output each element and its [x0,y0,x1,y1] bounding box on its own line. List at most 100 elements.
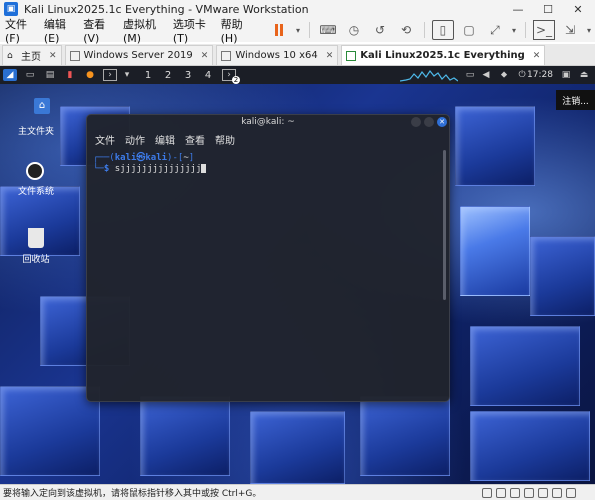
menu-tabs[interactable]: 选项卡(T) [168,16,216,45]
workspace-3[interactable]: 3 [180,70,196,81]
terminal-output[interactable]: ┌──(kali㉿kali)-[~] └─$ sjjjjjjjjjjjjjjj [87,146,449,391]
workspace-1[interactable]: 1 [140,70,156,81]
resize-icon[interactable]: ⇲ [559,20,581,40]
snapshot-icon[interactable]: ◷ [343,20,365,40]
menu-edit[interactable]: 编辑(E) [39,16,78,45]
status-message: 要将输入定向到该虚拟机，请将鼠标指针移入其中或按 Ctrl+G。 [3,489,262,499]
workspace-2[interactable]: 2 [160,70,176,81]
revert-snapshot-icon[interactable]: ↺ [369,20,391,40]
wallpaper-cube [360,396,450,476]
prompt-line: ┌──(kali㉿kali)-[~] [93,153,195,163]
menu-help[interactable]: 帮助(H) [216,16,256,45]
prompt-corner: └─ [93,164,104,174]
terminal-menu-edit[interactable]: 编辑 [155,132,175,147]
unity-icon[interactable]: ▢ [458,20,480,40]
vm-icon [69,50,80,61]
lock-screen-icon[interactable]: ▣ [559,69,573,81]
close-icon[interactable]: ✕ [49,51,57,61]
toolbar-separator [423,22,425,38]
close-icon[interactable]: ✕ [201,51,209,61]
printer-icon[interactable] [566,488,576,498]
clock[interactable]: 17:28 [527,70,553,80]
hdd-icon[interactable] [482,488,492,498]
desktop-icon-home[interactable]: ⌂ 主文件夹 [6,98,66,137]
tab-windows-server-2019[interactable]: Windows Server 2019 ✕ [64,45,214,65]
terminal-scrollbar[interactable] [443,150,446,300]
text-editor-icon[interactable]: ▮ [63,69,77,81]
text-cursor [201,164,207,173]
cdrom-icon[interactable] [496,488,506,498]
close-icon[interactable]: ✕ [437,117,447,127]
show-desktop-icon[interactable]: ▭ [23,69,37,81]
terminal-menu-file[interactable]: 文件 [95,132,115,147]
network-icon[interactable]: ▭ [463,69,477,81]
console-view-icon[interactable]: ▯ [431,20,454,40]
desktop-icon-label: 回收站 [22,255,50,265]
minimize-button[interactable]: — [503,0,533,18]
wallpaper-cube [0,386,100,476]
terminal-menu: 文件 动作 编辑 查看 帮助 [87,132,449,147]
filesystem-icon [26,162,44,180]
minimize-icon[interactable] [411,117,421,127]
menu-vm[interactable]: 虚拟机(M) [118,16,168,45]
resize-grip-icon[interactable] [580,488,590,498]
launcher-dropdown-icon[interactable]: ▾ [123,69,131,81]
terminal-menu-actions[interactable]: 动作 [125,132,145,147]
send-keys-icon[interactable]: ⌨ [317,20,339,40]
close-button[interactable]: ✕ [563,0,593,18]
home-folder-icon: ⌂ [34,98,50,114]
toolbar-separator [524,22,526,38]
firefox-icon[interactable]: ● [83,69,97,81]
fullscreen-icon[interactable]: ⤢ [484,20,506,40]
vm-icon [221,50,232,61]
cpu-graph-icon [400,69,458,82]
desktop-icon-label: 文件系统 [17,187,54,197]
terminal-title: kali@kali: ~ [241,117,295,127]
desktop-icon-trash[interactable]: 回收站 [6,228,66,265]
notifications-icon[interactable]: ⬥ [497,69,511,81]
volume-icon[interactable]: ◀ [479,69,493,81]
terminal-menu-view[interactable]: 查看 [185,132,205,147]
terminal-window[interactable]: kali@kali: ~ ✕ 文件 动作 编辑 查看 帮助 ┌──(kali㉿k… [86,114,450,402]
toolbar: ▾ ⌨ ◷ ↺ ⟲ ▯ ▢ ⤢ ▾ >_ ⇲ ▾ [266,20,595,40]
wallpaper-cube [470,411,590,481]
tab-label: 主页 [21,52,41,63]
tab-label: Kali Linux2025.1c Everything [360,50,525,61]
tab-home[interactable]: ⌂ 主页 ✕ [2,45,62,65]
file-manager-icon[interactable]: ▤ [43,69,57,81]
terminal-launcher-icon[interactable]: › [103,69,117,81]
tab-bar: ⌂ 主页 ✕ Windows Server 2019 ✕ Windows 10 … [0,44,595,66]
window-title: Kali Linux2025.1c Everything - VMware Wo… [24,2,309,16]
tab-label: Windows Server 2019 [83,50,193,61]
resize-dropdown-icon[interactable]: ▾ [585,20,593,40]
close-icon[interactable]: ✕ [326,51,334,61]
terminal-menu-help[interactable]: 帮助 [215,132,235,147]
wallpaper-cube [140,396,230,476]
close-icon[interactable]: ✕ [533,51,541,61]
tab-windows-10[interactable]: Windows 10 x64 ✕ [216,45,339,65]
pause-icon[interactable] [268,20,290,40]
fit-window-icon[interactable]: ▾ [510,20,518,40]
sound-icon[interactable] [538,488,548,498]
display-icon[interactable] [552,488,562,498]
tab-kali[interactable]: Kali Linux2025.1c Everything ✕ [341,45,546,65]
menu-file[interactable]: 文件(F) [0,16,39,45]
snapshot-manager-icon[interactable]: ⟲ [395,20,417,40]
workspace-4[interactable]: 4 [200,70,216,81]
kali-menu-icon[interactable]: ◢ [3,69,17,81]
usb-icon[interactable] [524,488,534,498]
menu-view[interactable]: 查看(V) [78,16,118,45]
dropdown-arrow-icon[interactable]: ▾ [294,20,302,40]
maximize-icon[interactable] [424,117,434,127]
terminal-icon[interactable]: >_ [532,20,555,40]
kali-top-panel: ◢ ▭ ▤ ▮ ● › ▾ 1 2 3 4 › 2 ▭ ◀ ⬥ ⏻ 17:28 ▣… [0,66,595,84]
network-adapter-icon[interactable] [510,488,520,498]
logout-icon[interactable]: ⏏ [577,69,591,81]
terminal-task-icon[interactable]: › 2 [222,69,240,84]
terminal-titlebar[interactable]: kali@kali: ~ ✕ [87,115,449,129]
desktop-icon-filesystem[interactable]: 文件系统 [6,162,66,197]
prompt-user: kali㉿kali [114,153,168,163]
wallpaper-cube [250,411,345,484]
maximize-button[interactable]: ☐ [533,0,563,18]
vm-display[interactable]: ◢ ▭ ▤ ▮ ● › ▾ 1 2 3 4 › 2 ▭ ◀ ⬥ ⏻ 17:28 ▣… [0,66,595,484]
